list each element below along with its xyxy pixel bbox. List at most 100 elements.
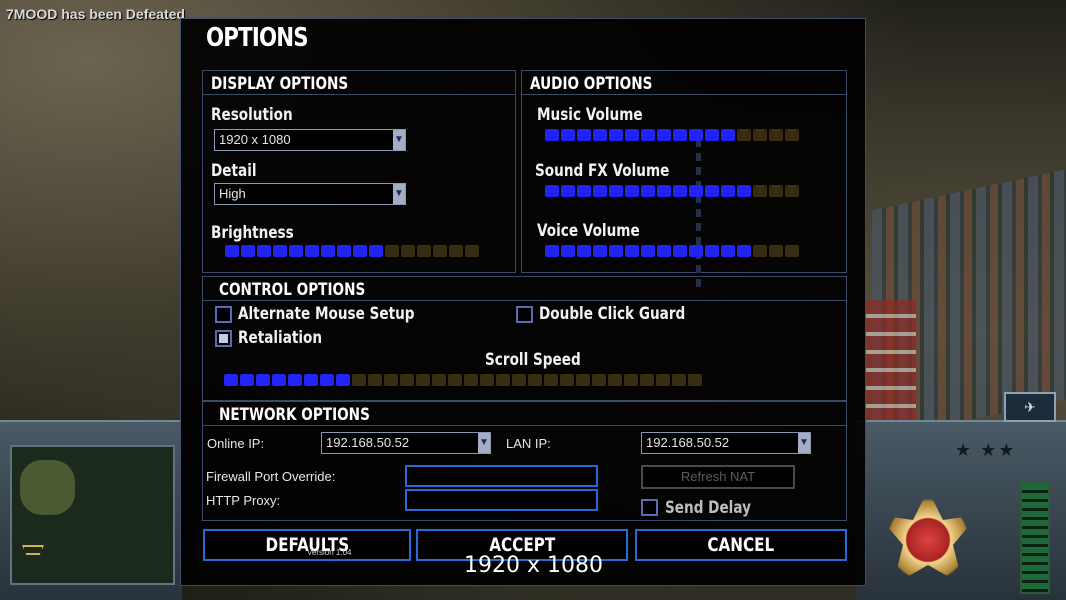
slider-segment[interactable] <box>641 185 655 197</box>
slider-segment[interactable] <box>673 129 687 141</box>
slider-segment[interactable] <box>705 129 719 141</box>
slider-segment[interactable] <box>512 374 526 386</box>
slider-segment[interactable] <box>689 185 703 197</box>
slider-segment[interactable] <box>465 245 479 257</box>
slider-segment[interactable] <box>288 374 302 386</box>
slider-segment[interactable] <box>561 245 575 257</box>
slider-segment[interactable] <box>785 245 799 257</box>
slider-segment[interactable] <box>384 374 398 386</box>
slider-segment[interactable] <box>641 129 655 141</box>
slider-segment[interactable] <box>656 374 670 386</box>
slider-segment[interactable] <box>305 245 319 257</box>
alt-mouse-checkbox[interactable] <box>215 306 232 323</box>
slider-segment[interactable] <box>624 374 638 386</box>
slider-segment[interactable] <box>289 245 303 257</box>
slider-segment[interactable] <box>256 374 270 386</box>
slider-segment[interactable] <box>304 374 318 386</box>
slider-segment[interactable] <box>417 245 431 257</box>
slider-segment[interactable] <box>560 374 574 386</box>
slider-segment[interactable] <box>737 129 751 141</box>
slider-segment[interactable] <box>545 245 559 257</box>
cancel-button[interactable]: CANCEL <box>635 529 847 561</box>
firewall-port-input[interactable] <box>405 465 598 487</box>
slider-segment[interactable] <box>320 374 334 386</box>
slider-segment[interactable] <box>657 245 671 257</box>
slider-segment[interactable] <box>240 374 254 386</box>
slider-segment[interactable] <box>769 245 783 257</box>
voice-volume-slider[interactable] <box>545 245 799 257</box>
slider-segment[interactable] <box>225 245 239 257</box>
slider-segment[interactable] <box>609 245 623 257</box>
slider-segment[interactable] <box>241 245 255 257</box>
slider-segment[interactable] <box>448 374 462 386</box>
slider-segment[interactable] <box>625 245 639 257</box>
slider-segment[interactable] <box>689 129 703 141</box>
slider-segment[interactable] <box>272 374 286 386</box>
slider-segment[interactable] <box>577 245 591 257</box>
slider-segment[interactable] <box>737 185 751 197</box>
slider-segment[interactable] <box>689 245 703 257</box>
slider-segment[interactable] <box>753 245 767 257</box>
slider-segment[interactable] <box>609 129 623 141</box>
slider-segment[interactable] <box>433 245 447 257</box>
slider-segment[interactable] <box>416 374 430 386</box>
brightness-slider[interactable] <box>225 245 479 257</box>
slider-segment[interactable] <box>496 374 510 386</box>
slider-segment[interactable] <box>561 185 575 197</box>
slider-segment[interactable] <box>625 129 639 141</box>
slider-segment[interactable] <box>544 374 558 386</box>
slider-segment[interactable] <box>369 245 383 257</box>
slider-segment[interactable] <box>353 245 367 257</box>
slider-segment[interactable] <box>785 129 799 141</box>
slider-segment[interactable] <box>657 185 671 197</box>
slider-segment[interactable] <box>705 185 719 197</box>
chevron-down-icon[interactable]: ▼ <box>478 433 490 453</box>
slider-segment[interactable] <box>785 185 799 197</box>
slider-segment[interactable] <box>753 185 767 197</box>
slider-segment[interactable] <box>609 185 623 197</box>
slider-segment[interactable] <box>449 245 463 257</box>
slider-segment[interactable] <box>737 245 751 257</box>
slider-segment[interactable] <box>577 185 591 197</box>
sfx-volume-slider[interactable] <box>545 185 799 197</box>
slider-segment[interactable] <box>640 374 654 386</box>
resolution-dropdown[interactable]: 1920 x 1080 ▼ <box>214 129 406 151</box>
slider-segment[interactable] <box>385 245 399 257</box>
detail-dropdown[interactable]: High ▼ <box>214 183 406 205</box>
slider-segment[interactable] <box>608 374 622 386</box>
slider-segment[interactable] <box>593 129 607 141</box>
slider-segment[interactable] <box>336 374 350 386</box>
slider-segment[interactable] <box>721 185 735 197</box>
lan-ip-dropdown[interactable]: 192.168.50.52 ▼ <box>641 432 811 454</box>
slider-segment[interactable] <box>593 185 607 197</box>
slider-segment[interactable] <box>561 129 575 141</box>
slider-segment[interactable] <box>273 245 287 257</box>
slider-segment[interactable] <box>721 129 735 141</box>
slider-segment[interactable] <box>464 374 478 386</box>
slider-segment[interactable] <box>401 245 415 257</box>
send-delay-checkbox[interactable] <box>641 499 658 516</box>
retaliation-checkbox[interactable] <box>215 330 232 347</box>
slider-segment[interactable] <box>528 374 542 386</box>
slider-segment[interactable] <box>657 129 671 141</box>
slider-segment[interactable] <box>641 245 655 257</box>
slider-segment[interactable] <box>721 245 735 257</box>
slider-segment[interactable] <box>337 245 351 257</box>
slider-segment[interactable] <box>625 185 639 197</box>
slider-segment[interactable] <box>673 245 687 257</box>
slider-segment[interactable] <box>673 185 687 197</box>
slider-segment[interactable] <box>672 374 686 386</box>
refresh-nat-button[interactable]: Refresh NAT <box>641 465 795 489</box>
music-volume-slider[interactable] <box>545 129 799 141</box>
slider-segment[interactable] <box>432 374 446 386</box>
scroll-speed-slider[interactable] <box>224 374 702 386</box>
double-click-checkbox[interactable] <box>516 306 533 323</box>
chevron-down-icon[interactable]: ▼ <box>393 130 405 150</box>
slider-segment[interactable] <box>545 129 559 141</box>
online-ip-dropdown[interactable]: 192.168.50.52 ▼ <box>321 432 491 454</box>
slider-segment[interactable] <box>224 374 238 386</box>
slider-segment[interactable] <box>753 129 767 141</box>
slider-segment[interactable] <box>592 374 606 386</box>
slider-segment[interactable] <box>480 374 494 386</box>
slider-segment[interactable] <box>769 185 783 197</box>
